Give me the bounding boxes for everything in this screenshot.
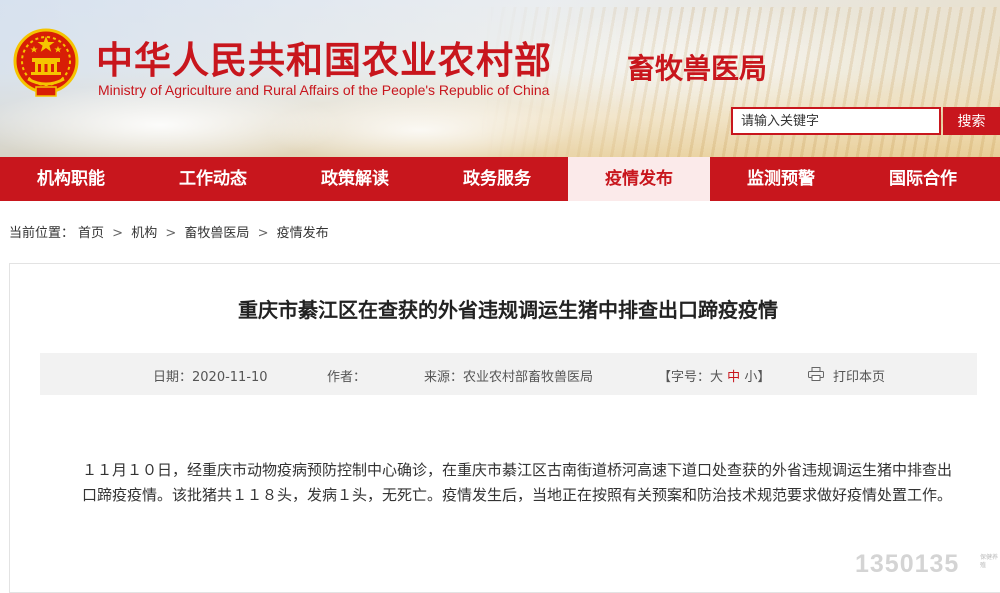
nav-item-work-news[interactable]: 工作动态	[142, 157, 284, 201]
article-body: １１月１０日，经重庆市动物疫病预防控制中心确诊，在重庆市綦江区古南街道桥河高速下…	[82, 461, 953, 504]
main-nav: 机构职能 工作动态 政策解读 政务服务 疫情发布 监测预警 国际合作	[0, 157, 1000, 201]
nav-item-international[interactable]: 国际合作	[852, 157, 994, 201]
article-author: 作者：	[327, 370, 367, 385]
search-box	[731, 107, 941, 135]
breadcrumb-epidemic[interactable]: 疫情发布	[277, 226, 329, 241]
breadcrumb-prefix: 当前位置：	[9, 226, 75, 241]
print-page-link[interactable]: 打印本页	[833, 366, 885, 385]
font-size-prefix: 【字号：	[658, 370, 711, 385]
national-emblem-icon	[13, 28, 79, 97]
font-size-control: 【字号：大 中 小】	[658, 366, 770, 385]
search-button[interactable]: 搜索	[943, 107, 1000, 135]
breadcrumb-bureau[interactable]: 畜牧兽医局	[184, 226, 249, 241]
font-size-small-button[interactable]: 小	[744, 370, 757, 385]
site-header: 中华人民共和国农业农村部 Ministry of Agriculture and…	[0, 0, 1000, 157]
nav-item-services[interactable]: 政务服务	[426, 157, 568, 201]
nav-item-functions[interactable]: 机构职能	[0, 157, 142, 201]
watermark-number: 1350135	[855, 550, 960, 578]
nav-item-epidemic[interactable]: 疫情发布	[568, 157, 710, 201]
watermark: 1350135 保健养殖	[855, 548, 1000, 581]
breadcrumb-separator: >	[257, 226, 269, 241]
nav-item-policy[interactable]: 政策解读	[284, 157, 426, 201]
watermark-caption: 保健养殖	[980, 554, 999, 569]
breadcrumb-separator: >	[165, 226, 177, 241]
font-size-medium-button[interactable]: 中	[727, 370, 740, 385]
article-source: 来源：农业农村部畜牧兽医局	[424, 370, 594, 385]
nav-item-monitoring[interactable]: 监测预警	[710, 157, 852, 201]
breadcrumb-org[interactable]: 机构	[131, 226, 157, 241]
site-title: 中华人民共和国农业农村部	[96, 41, 552, 82]
font-size-suffix: 】	[757, 370, 771, 385]
site-subtitle: Ministry of Agriculture and Rural Affair…	[98, 82, 550, 98]
article-date: 日期：2020-11-10	[153, 370, 268, 385]
breadcrumb-separator: >	[112, 226, 124, 241]
article-title: 重庆市綦江区在查获的外省违规调运生猪中排查出口蹄疫疫情	[238, 298, 778, 322]
breadcrumb-home[interactable]: 首页	[78, 226, 104, 241]
search-input[interactable]	[733, 109, 939, 133]
font-size-large-button[interactable]: 大	[710, 370, 723, 385]
breadcrumb: 当前位置： 首页 > 机构 > 畜牧兽医局 > 疫情发布	[9, 222, 333, 241]
printer-icon[interactable]	[808, 367, 824, 381]
bureau-name: 畜牧兽医局	[627, 54, 768, 85]
